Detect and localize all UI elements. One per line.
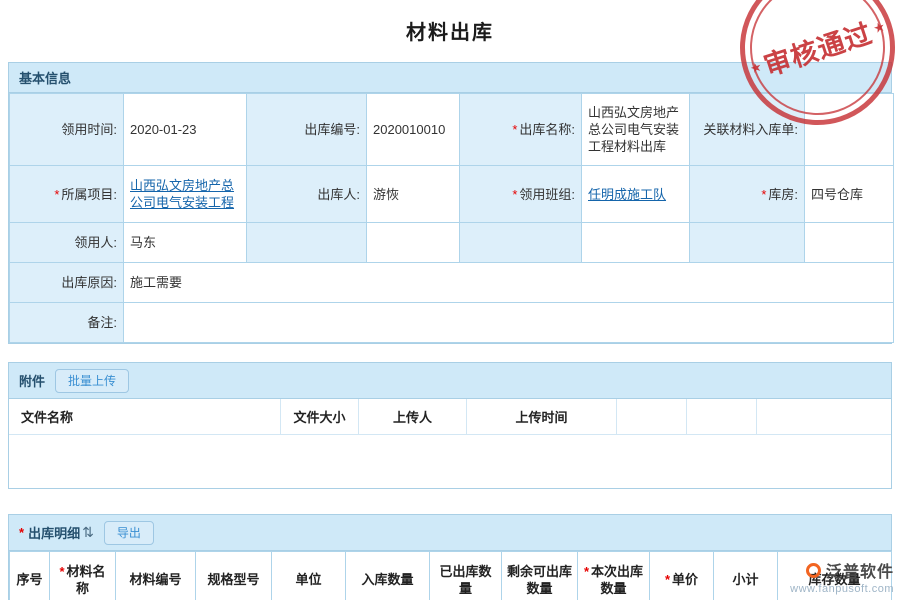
outbound-details-title: 出库明细 <box>28 523 80 542</box>
required-asterisk: * <box>19 525 24 540</box>
vendor-logo-icon <box>806 563 821 578</box>
required-asterisk: * <box>54 187 59 202</box>
col-current-issue-qty: *本次出库数量 <box>578 552 650 600</box>
empty-cell <box>582 223 690 263</box>
project-value: 山西弘文房地产总公司电气安装工程 <box>124 166 247 223</box>
col-unit: 单位 <box>272 552 346 600</box>
empty-cell <box>367 223 460 263</box>
required-asterisk: * <box>59 564 64 579</box>
outbound-no-value: 2020010010 <box>367 94 460 166</box>
col-spec-model: 规格型号 <box>196 552 272 600</box>
team-value: 任明成施工队 <box>582 166 690 223</box>
team-label-text: 领用班组: <box>519 187 575 202</box>
sort-icon[interactable]: ⇅ <box>82 524 94 541</box>
team-link[interactable]: 任明成施工队 <box>588 187 666 202</box>
col-empty <box>687 399 757 434</box>
col-file-size: 文件大小 <box>281 399 359 434</box>
remark-label-text: 备注: <box>87 315 117 330</box>
col-remaining-qty: 剩余可出库数量 <box>502 552 578 600</box>
outbound-details-section: * 出库明细 ⇅ 导出 序号 *材料名称 材料编号 规格型号 单位 入库数量 已… <box>8 514 892 600</box>
required-asterisk: * <box>584 564 589 579</box>
col-uploader: 上传人 <box>359 399 467 434</box>
col-empty <box>757 399 891 434</box>
basic-info-header-bar: 基本信息 <box>9 63 891 93</box>
related-inbound-value <box>805 94 894 166</box>
col-unit-price-text: 单价 <box>672 572 698 587</box>
empty-cell <box>805 223 894 263</box>
recipient-value: 马东 <box>124 223 247 263</box>
outbound-name-label: *出库名称: <box>460 94 582 166</box>
warehouse-value: 四号仓库 <box>805 166 894 223</box>
reason-label-text: 出库原因: <box>61 275 117 290</box>
vendor-url: www.fanpusoft.com <box>790 583 894 595</box>
required-asterisk: * <box>761 187 766 202</box>
recipient-label: 领用人: <box>10 223 124 263</box>
col-upload-time: 上传时间 <box>467 399 617 434</box>
required-asterisk: * <box>512 122 517 137</box>
requisition-time-value: 2020-01-23 <box>124 94 247 166</box>
requisition-time-label-text: 领用时间: <box>61 122 117 137</box>
team-label: *领用班组: <box>460 166 582 223</box>
attachments-section: 附件 批量上传 文件名称 文件大小 上传人 上传时间 <box>8 362 892 489</box>
requisition-time-label: 领用时间: <box>10 94 124 166</box>
basic-info-section: 基本信息 领用时间: 2020-01-23 出库编号: 2020010010 *… <box>8 62 892 344</box>
basic-info-table: 领用时间: 2020-01-23 出库编号: 2020010010 *出库名称:… <box>9 93 894 343</box>
export-button[interactable]: 导出 <box>104 521 154 545</box>
remark-value <box>124 303 894 343</box>
outbound-no-label-text: 出库编号: <box>304 122 360 137</box>
col-inbound-qty: 入库数量 <box>346 552 430 600</box>
col-empty <box>617 399 687 434</box>
related-inbound-label-text: 关联材料入库单: <box>703 122 798 137</box>
col-material-name: *材料名称 <box>50 552 116 600</box>
attachments-empty-body <box>9 435 891 488</box>
col-unit-price: *单价 <box>650 552 714 600</box>
outbound-no-label: 出库编号: <box>247 94 367 166</box>
related-inbound-label: 关联材料入库单: <box>690 94 805 166</box>
outbound-details-table: 序号 *材料名称 材料编号 规格型号 单位 入库数量 已出库数量 剩余可出库数量… <box>9 551 892 600</box>
required-asterisk: * <box>512 187 517 202</box>
reason-value: 施工需要 <box>124 263 894 303</box>
warehouse-label-text: 库房: <box>768 187 798 202</box>
recipient-label-text: 领用人: <box>74 235 117 250</box>
vendor-brand: 泛普软件 <box>826 558 894 582</box>
remark-label: 备注: <box>10 303 124 343</box>
issuer-label: 出库人: <box>247 166 367 223</box>
vendor-watermark: 泛普软件 www.fanpusoft.com <box>790 558 894 595</box>
issuer-label-text: 出库人: <box>317 187 360 202</box>
empty-cell <box>247 223 367 263</box>
col-current-issue-qty-text: 本次出库数量 <box>591 564 643 596</box>
col-material-no: 材料编号 <box>116 552 196 600</box>
batch-upload-button[interactable]: 批量上传 <box>55 369 129 393</box>
issuer-value: 游恢 <box>367 166 460 223</box>
outbound-name-value: 山西弘文房地产总公司电气安装工程材料出库 <box>582 94 690 166</box>
project-link[interactable]: 山西弘文房地产总公司电气安装工程 <box>130 178 234 210</box>
col-issued-qty: 已出库数量 <box>430 552 502 600</box>
basic-info-title: 基本信息 <box>19 68 71 87</box>
warehouse-label: *库房: <box>690 166 805 223</box>
required-asterisk: * <box>665 572 670 587</box>
attachments-title: 附件 <box>19 371 45 390</box>
col-file-name: 文件名称 <box>9 399 281 434</box>
page-title: 材料出库 <box>0 16 900 45</box>
outbound-details-header-bar: * 出库明细 ⇅ 导出 <box>9 515 891 551</box>
empty-cell <box>690 223 805 263</box>
col-material-name-text: 材料名称 <box>67 564 106 596</box>
project-label-text: 所属项目: <box>61 187 117 202</box>
attachments-table-header: 文件名称 文件大小 上传人 上传时间 <box>9 399 891 435</box>
outbound-name-label-text: 出库名称: <box>519 122 575 137</box>
col-seq-no: 序号 <box>10 552 50 600</box>
empty-cell <box>460 223 582 263</box>
project-label: *所属项目: <box>10 166 124 223</box>
attachments-header-bar: 附件 批量上传 <box>9 363 891 399</box>
col-subtotal: 小计 <box>714 552 778 600</box>
reason-label: 出库原因: <box>10 263 124 303</box>
